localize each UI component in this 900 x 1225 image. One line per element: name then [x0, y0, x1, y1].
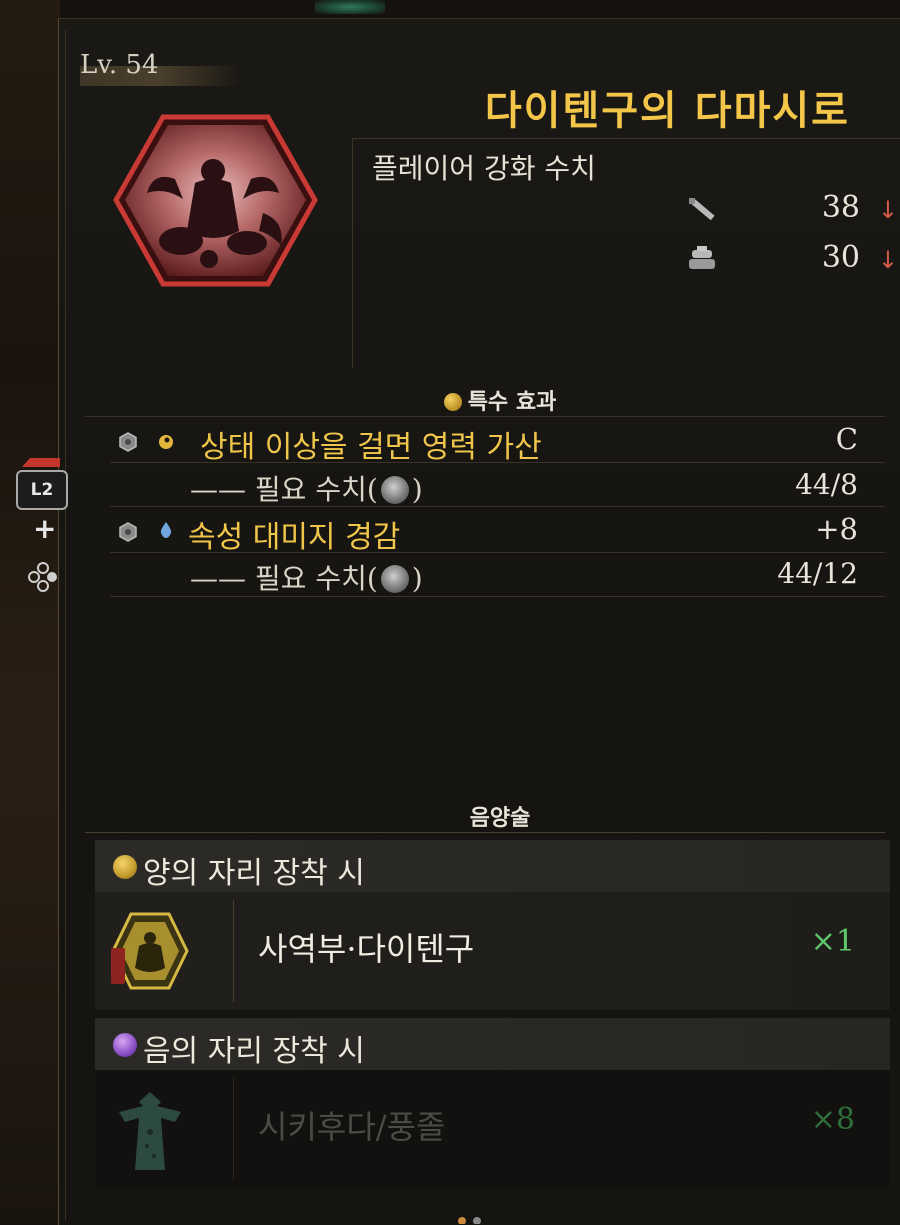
- requirement-label: —— 필요 수치(: [190, 473, 378, 506]
- yin-yang-yellow-icon: [443, 393, 462, 411]
- stat-value-attack: 38: [821, 190, 860, 225]
- yin-yang-yellow-icon: [159, 435, 173, 449]
- sword-icon: [689, 198, 715, 221]
- title-divider: [352, 138, 900, 139]
- effect-2-requirement: —— 필요 수치(): [190, 557, 423, 597]
- stat-down-arrow-icon: ↓: [877, 246, 898, 274]
- effect-1-req-value: 44/8: [795, 468, 858, 501]
- effect-1-requirement: —— 필요 수치(): [190, 468, 423, 508]
- yin-item-name: 시키후다/풍졸: [258, 1108, 446, 1146]
- requirement-close: ): [411, 562, 423, 595]
- guardian-spirit-image: [113, 114, 318, 287]
- special-divider: [85, 416, 885, 417]
- top-glow: [315, 0, 385, 14]
- armor-icon: [689, 246, 715, 269]
- stat-down-arrow-icon: ↓: [877, 196, 898, 224]
- special-effects-heading: 특수 효과: [400, 384, 600, 416]
- page-indicator: [458, 1217, 481, 1224]
- yang-item-name: 사역부·다이텐구: [258, 930, 475, 968]
- spirit-stat-icon: [380, 476, 409, 504]
- effect-1-divider: [110, 462, 885, 463]
- stat-value-defense: 30: [821, 240, 860, 275]
- spirit-stat-icon: [380, 565, 409, 593]
- effect-2-req-value: 44/12: [777, 557, 858, 590]
- shikifuda-wind-icon: [119, 1092, 181, 1170]
- water-drop-icon: [160, 522, 172, 538]
- stat-row-attack: 38 ↓: [680, 190, 900, 230]
- effect-1-label: 상태 이상을 걸면 영력 가산: [200, 430, 542, 465]
- gray-gem-icon: [119, 522, 137, 542]
- requirement-label: —— 필요 수치(: [190, 562, 378, 595]
- effect-2-label: 속성 대미지 경감: [188, 520, 401, 555]
- yang-slot-header: 양의 자리 장착 시: [95, 840, 890, 892]
- onmyo-heading: 음양술: [469, 806, 531, 831]
- plus-icon: +: [33, 512, 57, 545]
- effect-2-bottom-divider: [110, 596, 885, 597]
- yin-item-count: ×8: [810, 1102, 855, 1137]
- special-effects-title: 특수 효과: [467, 390, 557, 415]
- item-level: Lv. 54: [80, 50, 159, 80]
- header-divider: [352, 138, 353, 368]
- item-title: 다이텐구의 다마시로: [484, 87, 850, 134]
- background-left: [0, 0, 60, 1224]
- l2-button[interactable]: L2: [16, 470, 68, 510]
- yin-slot-item[interactable]: 시키후다/풍졸 ×8: [95, 1070, 890, 1188]
- yang-slot-item[interactable]: 사역부·다이텐구 ×1: [95, 892, 890, 1010]
- stat-row-defense: 30 ↓: [680, 240, 900, 280]
- trigger-arrow-icon: [22, 458, 60, 467]
- yang-item-count: ×1: [810, 924, 855, 959]
- requirement-close: ): [411, 473, 423, 506]
- slot-divider: [233, 900, 234, 1002]
- yin-slot-header: 음의 자리 장착 시: [95, 1018, 890, 1070]
- effect-1-value: C: [835, 422, 858, 456]
- effect-2-value: +8: [815, 512, 858, 546]
- yang-slot-label: 양의 자리 장착 시: [143, 856, 365, 891]
- effect-1-bottom-divider: [110, 506, 885, 507]
- yin-slot-label: 음의 자리 장착 시: [143, 1034, 365, 1069]
- yang-icon: [113, 855, 137, 879]
- effect-2-divider: [110, 552, 885, 553]
- talisman-daitengu-icon: [111, 912, 189, 990]
- gray-gem-icon: [119, 432, 137, 452]
- yin-icon: [113, 1033, 137, 1057]
- dpad-icon: [28, 562, 57, 592]
- onmyo-divider: [85, 832, 885, 833]
- panel-border: [65, 30, 66, 1220]
- stat-section-label: 플레이어 강화 수치: [372, 152, 596, 185]
- slot-divider: [233, 1078, 234, 1180]
